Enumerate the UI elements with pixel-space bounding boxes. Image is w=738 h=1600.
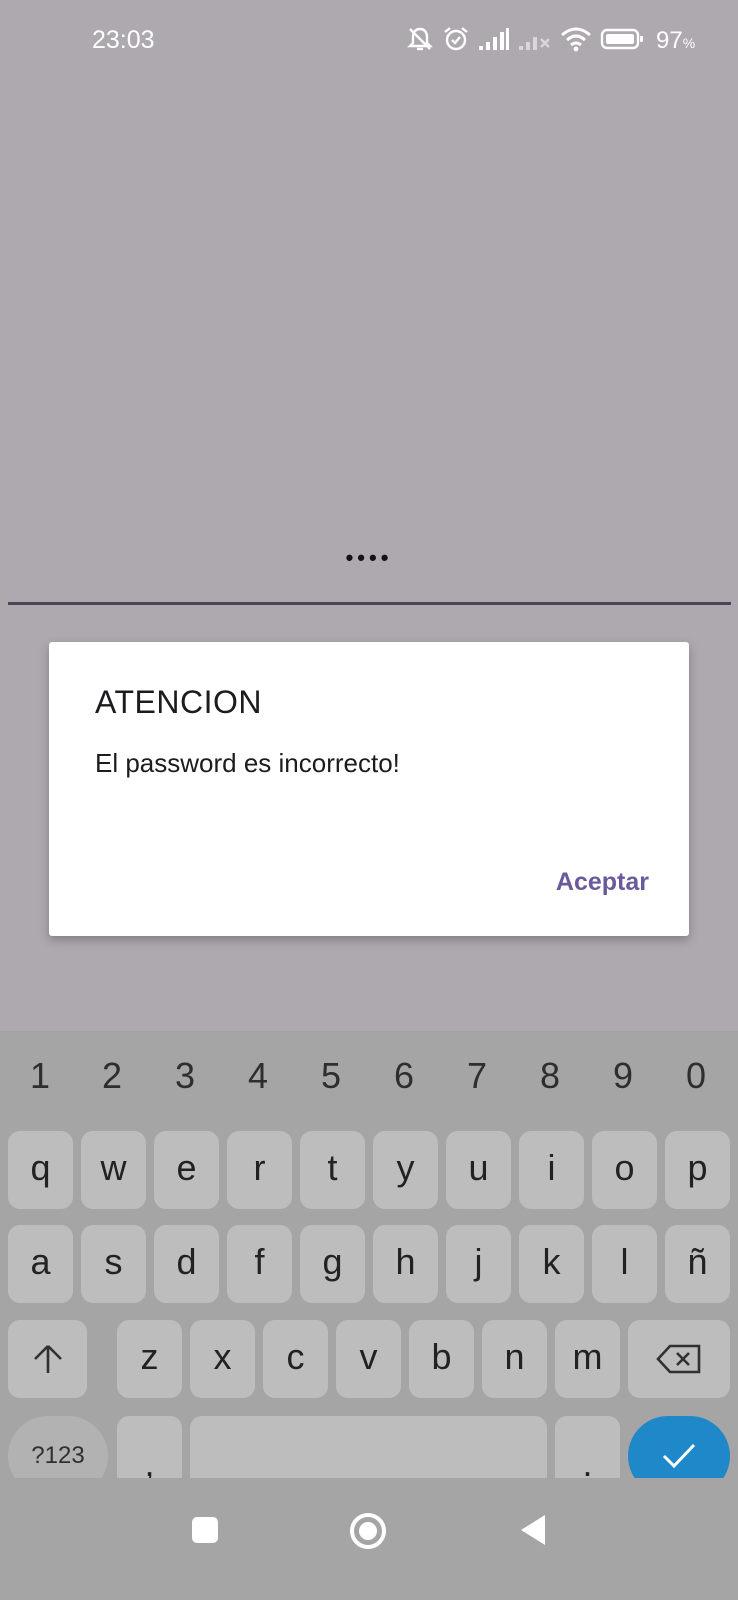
checkmark-icon xyxy=(662,1443,696,1469)
key-w[interactable]: w xyxy=(81,1131,146,1209)
battery-percent: 97% xyxy=(656,27,696,54)
key-x[interactable]: x xyxy=(190,1320,255,1398)
number-row: 1 2 3 4 5 6 7 8 9 0 xyxy=(0,1055,738,1105)
status-time: 23:03 xyxy=(92,26,155,54)
back-triangle-icon[interactable] xyxy=(519,1514,547,1551)
key-g[interactable]: g xyxy=(300,1225,365,1303)
key-0[interactable]: 0 xyxy=(667,1055,725,1097)
signal-no-service-icon xyxy=(518,27,552,56)
wifi-icon xyxy=(560,26,592,57)
key-z[interactable]: z xyxy=(117,1320,182,1398)
key-3[interactable]: 3 xyxy=(156,1055,214,1097)
backspace-key[interactable] xyxy=(628,1320,730,1398)
status-icons: 97% xyxy=(406,24,695,58)
key-v[interactable]: v xyxy=(336,1320,401,1398)
key-e[interactable]: e xyxy=(154,1131,219,1209)
key-d[interactable]: d xyxy=(154,1225,219,1303)
dialog-message: El password es incorrecto! xyxy=(95,748,400,778)
key-y[interactable]: y xyxy=(373,1131,438,1209)
battery-icon xyxy=(600,27,644,56)
key-f[interactable]: f xyxy=(227,1225,292,1303)
key-b[interactable]: b xyxy=(409,1320,474,1398)
notifications-off-icon xyxy=(406,25,434,58)
recents-square-icon[interactable] xyxy=(191,1516,219,1549)
key-r[interactable]: r xyxy=(227,1131,292,1209)
home-circle-icon[interactable] xyxy=(349,1512,387,1555)
status-bar: 23:03 97% xyxy=(0,0,738,86)
key-6[interactable]: 6 xyxy=(375,1055,433,1097)
shift-arrow-icon xyxy=(33,1345,62,1373)
key-2[interactable]: 2 xyxy=(83,1055,141,1097)
key-s[interactable]: s xyxy=(81,1225,146,1303)
key-u[interactable]: u xyxy=(446,1131,511,1209)
key-o[interactable]: o xyxy=(592,1131,657,1209)
key-1[interactable]: 1 xyxy=(11,1055,69,1097)
key-4[interactable]: 4 xyxy=(229,1055,287,1097)
shift-key[interactable] xyxy=(8,1320,87,1398)
key-9[interactable]: 9 xyxy=(594,1055,652,1097)
alert-dialog: ATENCION El password es incorrecto! Acep… xyxy=(49,642,689,936)
key-l[interactable]: l xyxy=(592,1225,657,1303)
key-a[interactable]: a xyxy=(8,1225,73,1303)
alarm-icon xyxy=(442,25,470,58)
navigation-bar xyxy=(0,1478,738,1600)
key-t[interactable]: t xyxy=(300,1131,365,1209)
password-field-underline xyxy=(8,602,731,605)
key-j[interactable]: j xyxy=(446,1225,511,1303)
key-q[interactable]: q xyxy=(8,1131,73,1209)
key-n-tilde[interactable]: ñ xyxy=(665,1225,730,1303)
key-k[interactable]: k xyxy=(519,1225,584,1303)
password-input[interactable]: •••• xyxy=(0,545,738,571)
key-n[interactable]: n xyxy=(482,1320,547,1398)
key-i[interactable]: i xyxy=(519,1131,584,1209)
dialog-title: ATENCION xyxy=(95,684,262,720)
key-7[interactable]: 7 xyxy=(448,1055,506,1097)
key-5[interactable]: 5 xyxy=(302,1055,360,1097)
key-8[interactable]: 8 xyxy=(521,1055,579,1097)
key-m[interactable]: m xyxy=(555,1320,620,1398)
key-h[interactable]: h xyxy=(373,1225,438,1303)
key-p[interactable]: p xyxy=(665,1131,730,1209)
backspace-icon xyxy=(656,1344,701,1374)
signal-icon xyxy=(478,27,510,56)
key-c[interactable]: c xyxy=(263,1320,328,1398)
accept-button[interactable]: Aceptar xyxy=(556,868,649,897)
